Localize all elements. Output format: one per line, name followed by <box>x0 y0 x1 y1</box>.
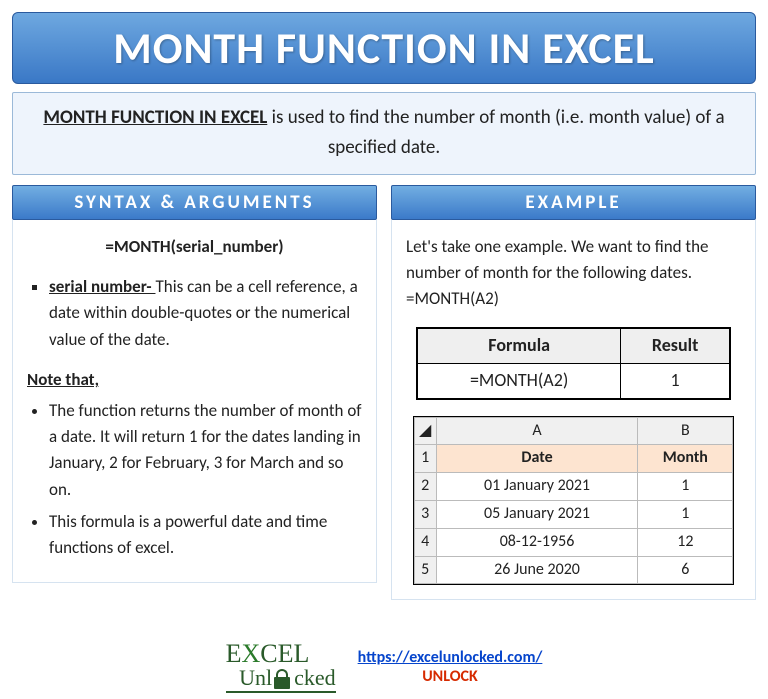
cell-A3: 05 January 2021 <box>436 500 638 528</box>
cell-B4: 12 <box>638 528 733 556</box>
example-panel: EXAMPLE Let's take one example. We want … <box>391 185 756 601</box>
col-B: B <box>638 417 733 445</box>
note-item-2: This formula is a powerful date and time… <box>49 509 362 562</box>
t1-header-formula: Formula <box>417 328 621 363</box>
syntax-arg-item: serial number- This can be a cell refere… <box>49 274 362 353</box>
cell-A5: 26 June 2020 <box>436 556 638 584</box>
footer-unlock: UNLOCK <box>358 667 543 686</box>
formula-result-table: Formula Result =MONTH(A2) 1 <box>416 327 731 400</box>
example-formula-line: =MONTH(A2) <box>406 286 741 312</box>
spreadsheet-table: ◢ A B 1 Date Month 2 01 January 2021 1 <box>414 417 734 585</box>
header-month: Month <box>638 445 733 473</box>
page-title-banner: MONTH FUNCTION IN EXCEL <box>12 12 756 84</box>
description-banner: MONTH FUNCTION IN EXCEL is used to find … <box>12 92 756 175</box>
footer-link[interactable]: https://excelunlocked.com/ <box>358 648 543 667</box>
t1-header-result: Result <box>621 328 730 363</box>
cell-A2: 01 January 2021 <box>436 473 638 501</box>
t1-cell-formula: =MONTH(A2) <box>417 363 621 398</box>
arg-label: serial number- <box>49 276 155 297</box>
footer: EXCEL EUnlcked https://excelunlocked.com… <box>0 642 768 693</box>
logo: EXCEL EUnlcked <box>226 642 336 693</box>
row-4: 4 <box>414 528 436 556</box>
sheet-corner: ◢ <box>414 417 436 445</box>
description-text: is used to find the number of month (i.e… <box>267 106 724 159</box>
syntax-formula: =MONTH(serial_number) <box>27 234 362 260</box>
t1-cell-result: 1 <box>621 363 730 398</box>
note-item-1: The function returns the number of month… <box>49 398 362 503</box>
logo-e: E <box>226 639 242 668</box>
logo-nl: nl <box>255 668 272 688</box>
row-1: 1 <box>414 445 436 473</box>
cell-B2: 1 <box>638 473 733 501</box>
footer-right: https://excelunlocked.com/ UNLOCK <box>358 648 543 686</box>
lock-icon <box>272 665 294 691</box>
syntax-header: SYNTAX & ARGUMENTS <box>12 185 377 220</box>
example-header: EXAMPLE <box>391 185 756 220</box>
note-label: Note that, <box>27 367 362 393</box>
header-date: Date <box>436 445 638 473</box>
syntax-arg-list: serial number- This can be a cell refere… <box>27 274 362 353</box>
cell-A4: 08-12-1956 <box>436 528 638 556</box>
note-list: The function returns the number of month… <box>27 398 362 562</box>
cell-B3: 1 <box>638 500 733 528</box>
example-body: Let's take one example. We want to find … <box>391 220 756 601</box>
row-2: 2 <box>414 473 436 501</box>
page-title: MONTH FUNCTION IN EXCEL <box>113 21 655 75</box>
spreadsheet-table-wrap: ◢ A B 1 Date Month 2 01 January 2021 1 <box>413 416 735 586</box>
row-5: 5 <box>414 556 436 584</box>
syntax-body: =MONTH(serial_number) serial number- Thi… <box>12 220 377 583</box>
example-intro: Let's take one example. We want to find … <box>406 234 741 287</box>
logo-cel: CEL <box>260 639 309 668</box>
col-A: A <box>436 417 638 445</box>
description-bold: MONTH FUNCTION IN EXCEL <box>43 106 267 129</box>
row-3: 3 <box>414 500 436 528</box>
syntax-panel: SYNTAX & ARGUMENTS =MONTH(serial_number)… <box>12 185 377 601</box>
logo-cked: cked <box>294 668 336 688</box>
logo-x: X <box>242 639 261 668</box>
cell-B5: 6 <box>638 556 733 584</box>
